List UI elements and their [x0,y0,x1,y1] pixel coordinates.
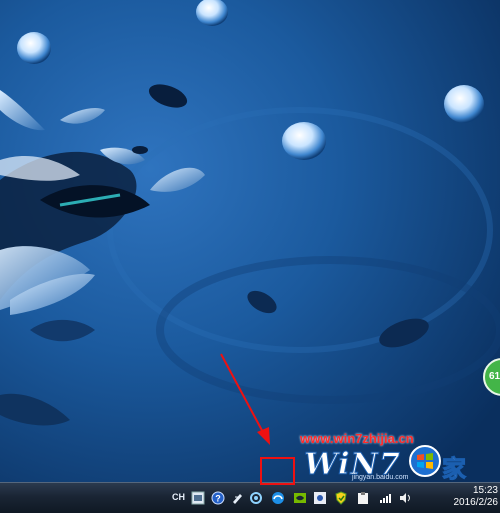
volume-icon[interactable] [398,491,412,505]
help-icon[interactable]: ? [211,491,225,505]
sync-icon[interactable] [249,491,263,505]
clock-date: 2016/2/26 [453,497,499,508]
clipboard-icon[interactable] [356,491,370,505]
highlight-box [260,457,295,485]
shield-icon[interactable] [334,491,348,505]
watermark-subtext: jingyan.baidu.com [352,474,409,481]
svg-text:?: ? [215,494,221,504]
windows-flag-icon [409,445,441,477]
nvidia-icon[interactable] [293,491,307,505]
network-app-icon[interactable] [313,491,327,505]
ie-browser-icon[interactable] [271,491,285,505]
signal-icon[interactable] [378,491,392,505]
watermark-logo-cn: 家 [442,455,467,484]
taskbar: CH ? 15:23 2016/2/26 [0,482,500,513]
system-clock[interactable]: 15:23 2016/2/26 [422,485,499,509]
watermark-url: www.win7zhijia.cn [300,431,414,446]
keyboard-icon[interactable] [191,491,205,505]
annotation-arrow [220,353,270,445]
language-indicator[interactable]: CH [172,492,185,502]
clock-time: 15:23 [472,485,498,496]
pen-icon[interactable] [230,491,244,505]
